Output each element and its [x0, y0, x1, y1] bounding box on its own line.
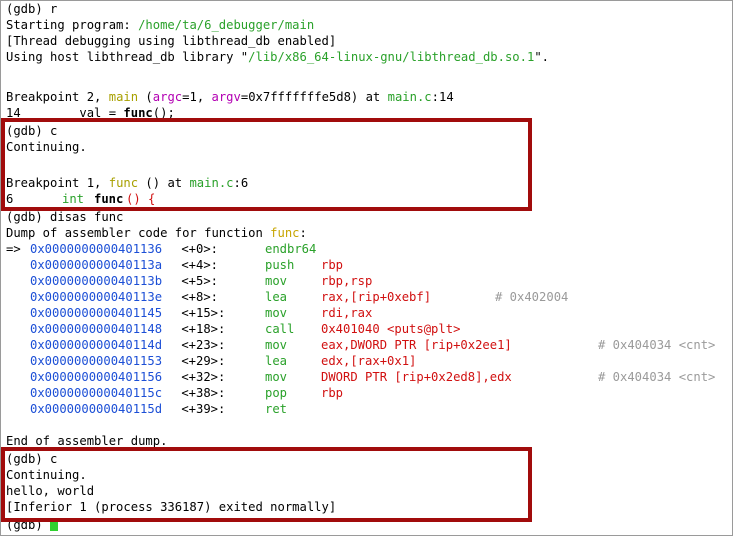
asm-arrow [6, 321, 28, 337]
asm-address: 0x000000000040113e [30, 290, 163, 304]
arg-name: argc [152, 90, 183, 104]
dump-header-line: Dump of assembler code for function func… [6, 225, 307, 241]
asm-address: 0x000000000040115d [30, 402, 163, 416]
asm-mnemonic: mov [265, 338, 288, 352]
asm-mnemonic: mov [265, 306, 288, 320]
asm-arrow [6, 369, 28, 385]
asm-address: 0x0000000000401156 [30, 370, 163, 384]
asm-arrow [6, 401, 28, 417]
asm-arrow [6, 257, 28, 273]
function-name: func [270, 226, 300, 240]
asm-offset: <+18>: [174, 322, 226, 336]
asm-operands: rdi,rax [321, 306, 373, 320]
breakpoint-2-line: Breakpoint 2, main (argc=1, argv=0x7ffff… [6, 89, 454, 105]
command-text: (gdb) r [6, 2, 58, 16]
label: Dump of assembler code for function [6, 226, 271, 240]
asm-offset: <+15>: [174, 306, 226, 320]
gdb-run-command: (gdb) r [6, 1, 57, 17]
asm-offset: <+5>: [174, 274, 219, 288]
asm-operands: eax,DWORD PTR [rip+0x2ee1] [321, 338, 512, 352]
asm-arrow: => [6, 242, 29, 256]
thread-debugging-line: [Thread debugging using libthread_db ena… [6, 33, 336, 49]
asm-operands: rbp,rsp [321, 274, 373, 288]
asm-offset: <+29>: [174, 354, 226, 368]
asm-mnemonic: pop [265, 386, 288, 400]
asm-arrow [6, 353, 28, 369]
asm-mnemonic: endbr64 [265, 242, 317, 256]
asm-mnemonic: push [265, 258, 295, 272]
label: Starting program: [6, 18, 139, 32]
asm-mnemonic: mov [265, 274, 288, 288]
asm-offset: <+39>: [174, 402, 226, 416]
asm-offset: <+0>: [174, 242, 219, 256]
asm-offset: <+38>: [174, 386, 226, 400]
asm-offset: <+8>: [174, 290, 219, 304]
file-name: main.c [387, 90, 432, 104]
asm-mnemonic: lea [265, 290, 288, 304]
disas-command: (gdb) disas func [6, 209, 123, 225]
asm-mnemonic: lea [265, 354, 288, 368]
line-number: :14 [431, 90, 454, 104]
message-text: [Thread debugging using libthread_db ena… [6, 34, 337, 48]
text: =0x7fffffffe5d8) at [240, 90, 388, 104]
asm-address: 0x0000000000401136 [30, 242, 163, 256]
asm-comment: # 0x404034 <cnt> [598, 338, 716, 352]
asm-address: 0x000000000040113b [30, 274, 163, 288]
starting-program-line: Starting program: /home/ta/6_debugger/ma… [6, 17, 314, 33]
text: ( [138, 90, 153, 104]
asm-mnemonic: call [265, 322, 295, 336]
libthread-line: Using host libthread_db library "/lib/x8… [6, 49, 549, 65]
asm-address: 0x000000000040113a [30, 258, 163, 272]
text: =1, [182, 90, 212, 104]
highlight-box-continue-2 [1, 447, 532, 522]
asm-address: 0x000000000040114d [30, 338, 163, 352]
label: Using host libthread_db library " [6, 50, 249, 64]
asm-operands: rbp [321, 386, 344, 400]
highlight-box-continue-1 [1, 118, 532, 211]
asm-arrow [6, 385, 28, 401]
asm-address: 0x000000000040115c [30, 386, 163, 400]
asm-operands: edx,[rax+0x1] [321, 354, 417, 368]
asm-address: 0x0000000000401148 [30, 322, 163, 336]
label: Breakpoint 2, [6, 90, 109, 104]
asm-arrow [6, 305, 28, 321]
arg-name: argv [211, 90, 241, 104]
asm-comment: # 0x402004 [495, 290, 569, 304]
message-text: End of assembler dump. [6, 434, 168, 448]
asm-offset: <+4>: [174, 258, 219, 272]
asm-address: 0x0000000000401153 [30, 354, 163, 368]
asm-address: 0x0000000000401145 [30, 306, 163, 320]
asm-operands: DWORD PTR [rip+0x2ed8],edx [321, 370, 512, 384]
asm-offset: <+32>: [174, 370, 226, 384]
asm-operands: rbp [321, 258, 344, 272]
asm-operands: 0x401040 <puts@plt> [321, 322, 461, 336]
library-path: /lib/x86_64-linux-gnu/libthread_db.so.1 [248, 50, 535, 64]
asm-comment: # 0x404034 <cnt> [598, 370, 716, 384]
program-path: /home/ta/6_debugger/main [138, 18, 315, 32]
function-name: main [108, 90, 139, 104]
text: : [299, 226, 307, 240]
asm-mnemonic: mov [265, 370, 288, 384]
asm-operands: rax,[rip+0xebf] [321, 290, 432, 304]
terminal-window[interactable]: (gdb) r Starting program: /home/ta/6_deb… [0, 0, 733, 536]
asm-offset: <+23>: [174, 338, 226, 352]
asm-arrow [6, 273, 28, 289]
suffix: ". [534, 50, 549, 64]
asm-mnemonic: ret [265, 402, 288, 416]
command-text: (gdb) disas func [6, 210, 124, 224]
asm-arrow [6, 289, 28, 305]
asm-arrow [6, 337, 28, 353]
